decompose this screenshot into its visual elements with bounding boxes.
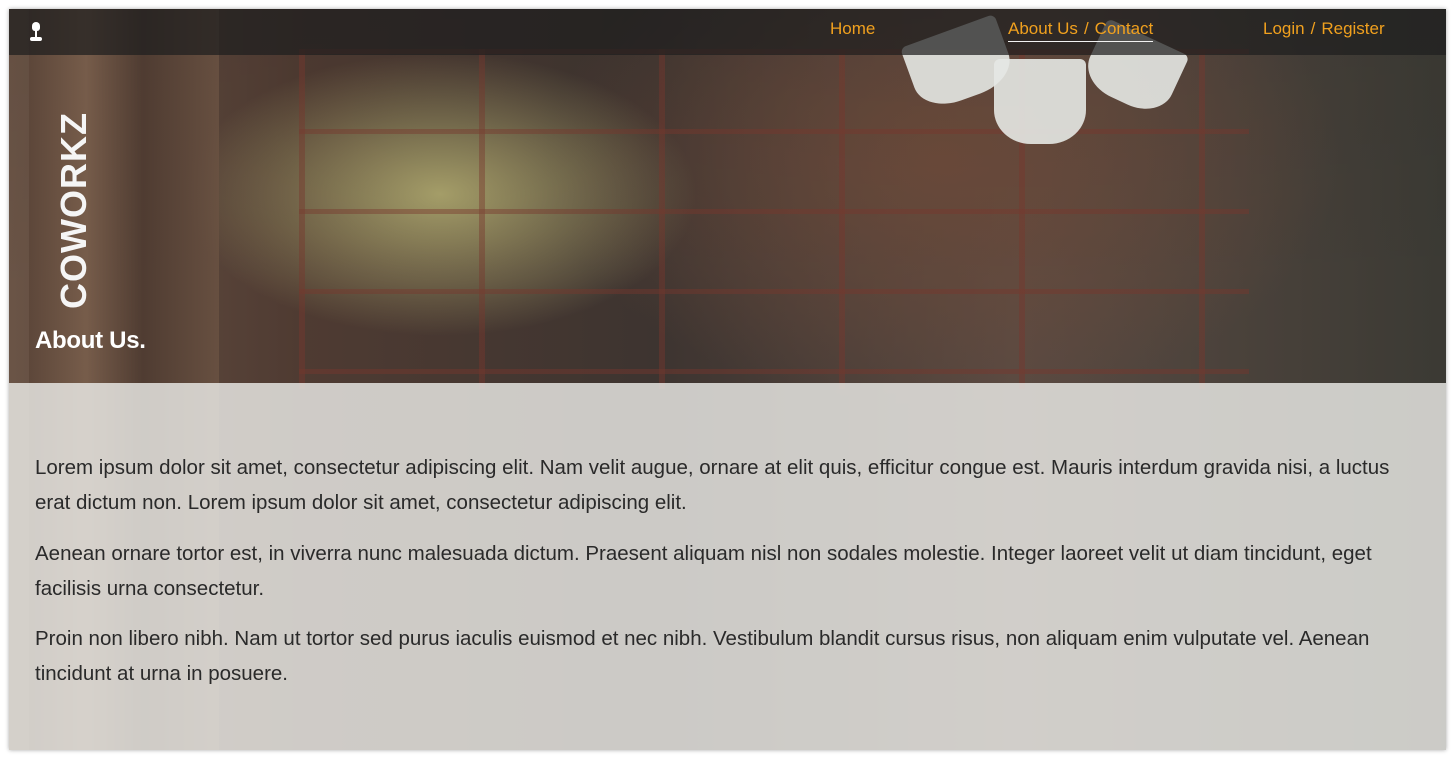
nav-separator: / — [1083, 19, 1089, 38]
nav-about-link[interactable]: About Us — [1008, 19, 1078, 38]
nav-register-link[interactable]: Register — [1321, 19, 1384, 38]
nav-auth: Login / Register — [1263, 19, 1385, 39]
brand-logo-text[interactable]: COWORKZ — [53, 112, 95, 309]
about-paragraph: Proin non libero nibh. Nam ut tortor sed… — [35, 627, 1370, 685]
about-paragraph: Lorem ipsum dolor sit amet, consectetur … — [35, 456, 1390, 514]
top-navbar: Home About Us / Contact Login / Register — [9, 9, 1446, 55]
nav-contact-link[interactable]: Contact — [1095, 19, 1154, 38]
page-title: About Us. — [35, 327, 146, 354]
nav-separator: / — [1310, 19, 1316, 38]
about-content-panel: Lorem ipsum dolor sit amet, consectetur … — [9, 383, 1446, 750]
background-lamp — [994, 59, 1086, 144]
nav-about-contact: About Us / Contact — [1008, 19, 1154, 42]
background-shelves — [299, 49, 1249, 389]
page-frame: Home About Us / Contact Login / Register COW… — [9, 9, 1446, 750]
nav-login-link[interactable]: Login — [1263, 19, 1305, 38]
desk-lamp-icon[interactable] — [29, 22, 43, 44]
about-paragraph: Aenean ornare tortor est, in viverra nun… — [35, 542, 1372, 600]
nav-home-link[interactable]: Home — [830, 19, 875, 39]
